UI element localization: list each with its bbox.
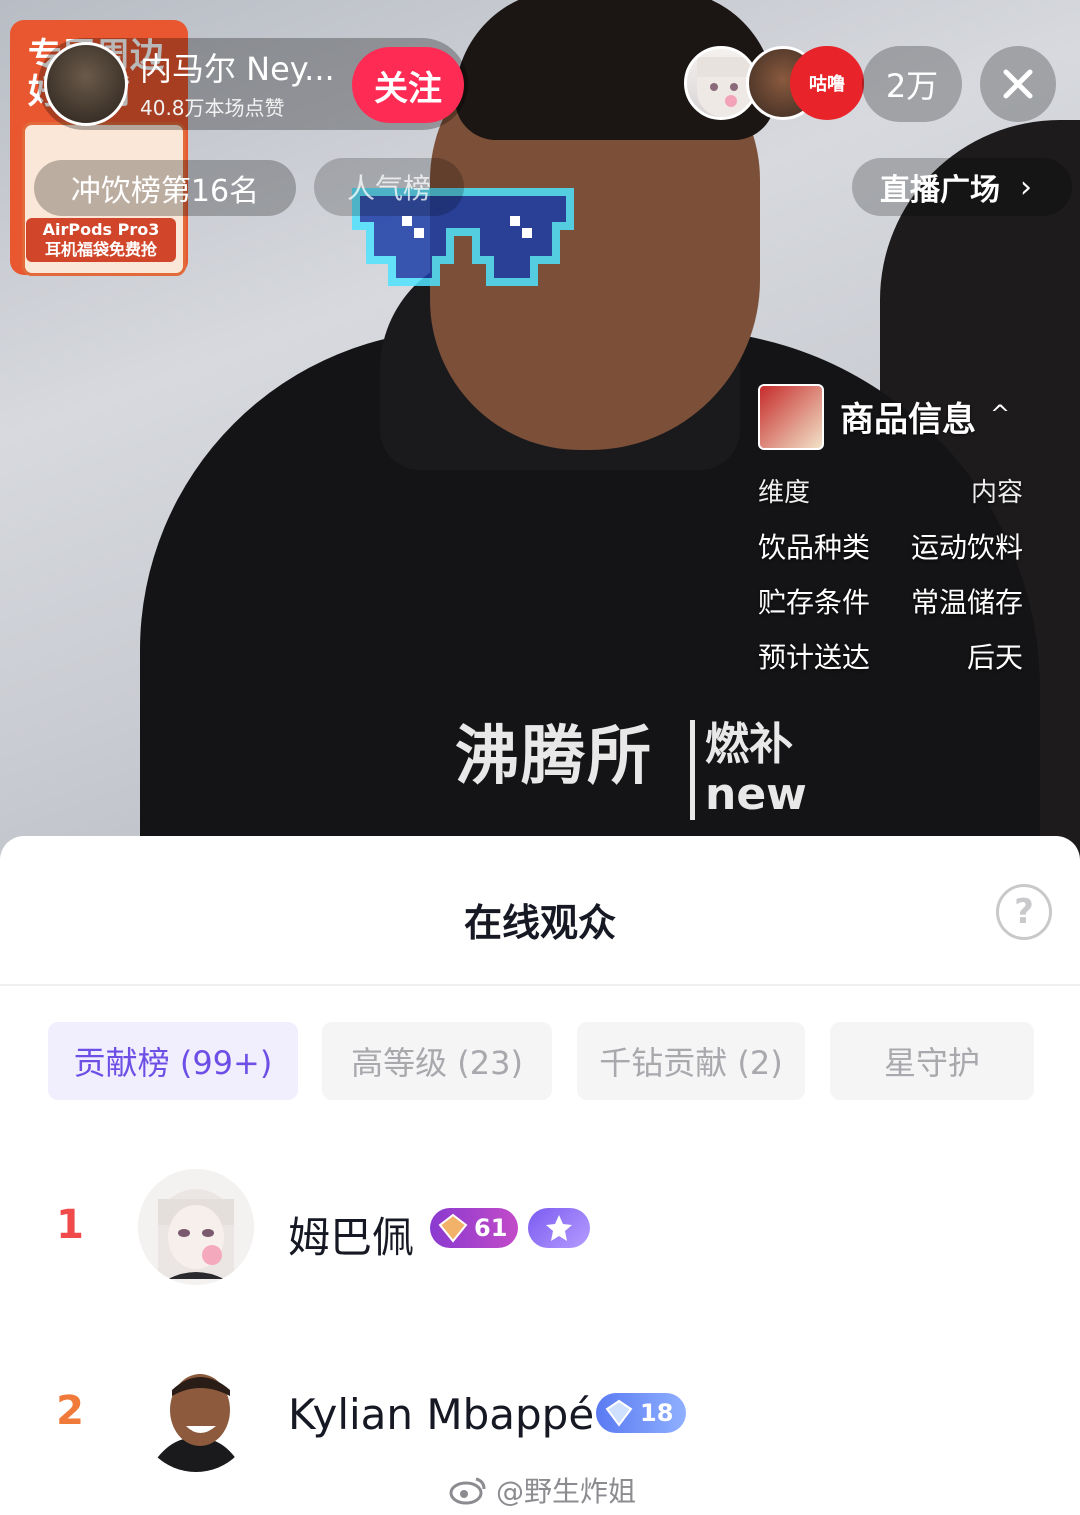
viewer-count[interactable]: 2万 <box>862 46 962 122</box>
popularity-rank-pill[interactable]: 人气榜 <box>314 158 464 216</box>
tab-star-guardian[interactable]: 星守护 <box>830 1022 1034 1100</box>
drink-rank-pill[interactable]: 冲饮榜第16名 <box>34 160 296 216</box>
product-row-key: 贮存条件 <box>758 586 871 619</box>
fan-club-badge <box>528 1208 590 1248</box>
level-number: 61 <box>474 1214 508 1242</box>
streamer-likes: 40.8万本场点赞 <box>140 96 285 120</box>
live-plaza-label: 直播广场 <box>880 173 1000 208</box>
viewer-avatar-3[interactable]: 咕噜 <box>790 46 864 120</box>
sheet-title: 在线观众 <box>463 901 616 945</box>
star-icon <box>546 1215 572 1241</box>
product-header-dimension: 维度 <box>758 478 811 508</box>
tab-high-level[interactable]: 高等级 (23) <box>322 1022 552 1100</box>
promo-product-line: AirPods Pro3 <box>42 220 160 239</box>
tab-diamond-contribution[interactable]: 千钻贡献 (2) <box>577 1022 805 1100</box>
product-row-value: 常温储存 <box>910 586 1023 619</box>
avatar[interactable] <box>138 1356 254 1472</box>
product-row: 贮存条件 常温储存 <box>758 581 1023 621</box>
watermark-text: @野生炸姐 <box>496 1475 637 1508</box>
rank-number: 2 <box>56 1388 84 1434</box>
live-video[interactable]: 沸腾所 燃补 new 专属周边 好礼嘴 AirPods Pro3 耳机福袋免费抢… <box>0 0 1080 860</box>
product-row-value: 后天 <box>966 641 1023 674</box>
streamer-name: 内马尔 Ney... <box>140 50 335 88</box>
shirt-sub-logo: 燃补 new <box>690 720 807 820</box>
chevron-up-icon[interactable]: ^ <box>990 400 1010 428</box>
promo-product-line: 耳机福袋免费抢 <box>44 240 157 259</box>
shirt-sub-line: 燃补 <box>705 719 793 770</box>
level-gem-icon <box>438 1213 468 1243</box>
promo-product-text: AirPods Pro3 耳机福袋免费抢 <box>26 218 176 262</box>
product-table-header: 维度 内容 <box>758 472 1023 509</box>
product-info-title[interactable]: 商品信息 <box>840 392 976 441</box>
live-plaza-button[interactable]: 直播广场 › <box>852 158 1072 216</box>
chevron-right-icon: › <box>1020 169 1032 205</box>
watermark: @野生炸姐 <box>448 1470 636 1510</box>
online-audience-sheet: 在线观众 ? 贡献榜 (99+) 高等级 (23) 千钻贡献 (2) 星守护 1… <box>0 836 1080 1515</box>
streamer-avatar[interactable] <box>44 42 128 126</box>
level-gem-icon <box>605 1399 633 1427</box>
close-icon <box>1003 69 1033 99</box>
product-row-key: 饮品种类 <box>758 531 871 564</box>
person-avatar-icon <box>138 1356 254 1472</box>
product-row: 饮品种类 运动饮料 <box>758 526 1023 566</box>
product-row-key: 预计送达 <box>758 641 871 674</box>
level-badge: 18 <box>596 1393 686 1433</box>
help-icon[interactable]: ? <box>996 884 1052 940</box>
divider <box>0 984 1080 986</box>
anime-girl-avatar-icon <box>138 1169 254 1285</box>
weibo-logo-icon <box>449 1477 486 1505</box>
tab-contribution[interactable]: 贡献榜 (99+) <box>48 1022 298 1100</box>
product-header-content: 内容 <box>970 478 1023 508</box>
shirt-logo: 沸腾所 <box>455 720 653 794</box>
viewer-name: Kylian Mbappé <box>288 1390 595 1439</box>
follow-button[interactable]: 关注 <box>352 47 464 123</box>
product-row-value: 运动饮料 <box>910 531 1023 564</box>
close-button[interactable] <box>980 46 1056 122</box>
level-badge: 61 <box>430 1208 518 1248</box>
avatar[interactable] <box>138 1169 254 1285</box>
level-number: 18 <box>640 1399 674 1427</box>
shirt-sub-line: new <box>705 769 807 820</box>
product-thumbnail[interactable] <box>758 384 824 450</box>
rank-number: 1 <box>56 1202 84 1248</box>
product-row: 预计送达 后天 <box>758 636 1023 676</box>
viewer-name: 姆巴佩 <box>288 1213 415 1262</box>
